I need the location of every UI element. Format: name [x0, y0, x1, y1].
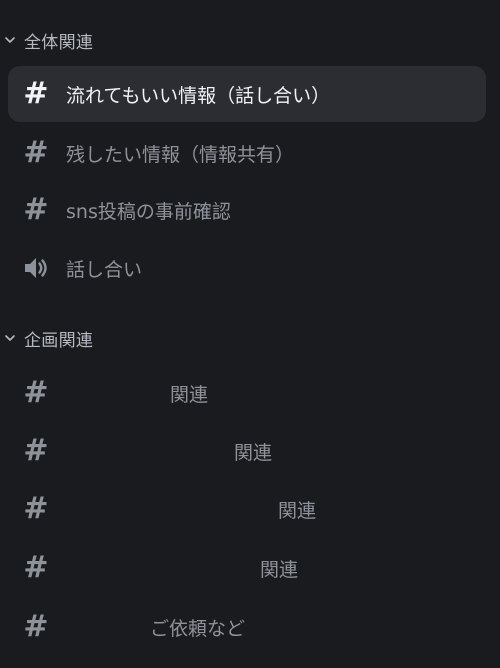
chevron-down-icon [0, 328, 20, 348]
channel-label: 残したい情報（情報共有） [66, 143, 295, 166]
hash-icon: # [23, 375, 49, 410]
channel-label: 流れてもいい情報（話し合い） [66, 84, 331, 107]
hash-icon: # [23, 76, 49, 111]
channel-label: 関連 [260, 558, 299, 581]
category-label: 全体関連 [24, 32, 94, 53]
category-planning[interactable]: 企画関連 [0, 324, 93, 352]
channel-label: 関連 [278, 499, 317, 522]
channel-item[interactable]: # 関連 [8, 423, 486, 479]
voice-channel-item[interactable]: 話し合い [8, 240, 486, 296]
redacted-text [66, 381, 170, 405]
channel-item[interactable]: # 残したい情報（情報共有） [8, 125, 486, 181]
redacted-text [66, 556, 260, 580]
redacted-text [66, 497, 278, 521]
category-label: 企画関連 [24, 330, 94, 351]
channel-item[interactable]: # 流れてもいい情報（話し合い） [8, 66, 486, 122]
hash-icon: # [23, 609, 49, 644]
channel-item[interactable]: # ご依頼など [8, 599, 486, 655]
hash-icon: # [23, 192, 49, 227]
redacted-text [66, 615, 150, 639]
chevron-down-icon [0, 30, 20, 50]
hash-icon: # [23, 491, 49, 526]
hash-icon: # [23, 135, 49, 170]
channel-item[interactable]: # 関連 [8, 540, 486, 596]
channel-label: ご依頼など [150, 617, 246, 640]
channel-label: 話し合い [66, 258, 143, 281]
channel-item[interactable]: # 関連 [8, 365, 486, 421]
speaker-icon [16, 248, 56, 288]
channel-label: sns投稿の事前確認 [66, 200, 231, 223]
channel-sidebar: 全体関連 # 流れてもいい情報（話し合い） # 残したい情報（情報共有） # s… [0, 0, 500, 668]
hash-icon: # [23, 550, 49, 585]
channel-item[interactable]: # sns投稿の事前確認 [8, 182, 486, 238]
hash-icon: # [23, 433, 49, 468]
channel-label: 関連 [170, 383, 209, 406]
redacted-text [66, 439, 234, 463]
channel-label: 関連 [234, 441, 273, 464]
category-general[interactable]: 全体関連 [0, 26, 93, 54]
channel-item[interactable]: # 関連 [8, 481, 486, 537]
